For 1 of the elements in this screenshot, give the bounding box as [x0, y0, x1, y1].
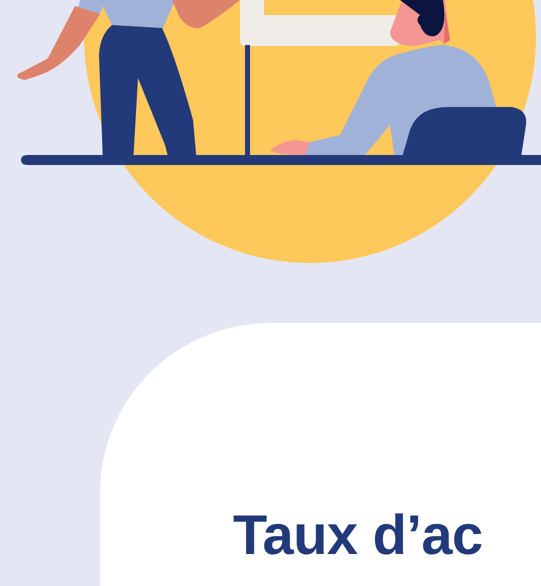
card-heading: Taux d’ac: [233, 507, 483, 563]
